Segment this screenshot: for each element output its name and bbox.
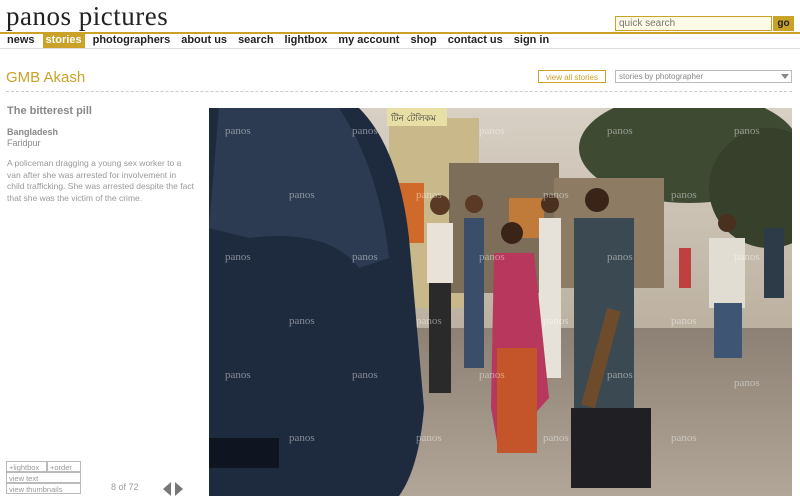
- shop-sign-text: টিন টেলিকম: [390, 112, 437, 124]
- nav-item-stories[interactable]: stories: [42, 34, 85, 48]
- story-country: Bangladesh: [7, 127, 59, 137]
- watermark: panos: [607, 125, 633, 137]
- nav-item-sign-in[interactable]: sign in: [511, 34, 552, 48]
- watermark: panos: [225, 369, 251, 381]
- section-divider: [6, 91, 792, 92]
- nav-item-about-us[interactable]: about us: [178, 34, 230, 48]
- watermark: panos: [671, 432, 697, 444]
- story-title: The bitterest pill: [7, 105, 92, 117]
- story-city: Faridpur: [7, 138, 41, 148]
- stories-by-photographer-select[interactable]: stories by photographer: [615, 70, 792, 83]
- watermark: panos: [543, 432, 569, 444]
- watermark: panos: [352, 125, 378, 137]
- watermark: panos: [734, 377, 760, 389]
- next-arrow-icon[interactable]: [175, 482, 183, 496]
- watermark: panos: [225, 125, 251, 137]
- watermark: panos: [289, 189, 315, 201]
- search-go-button[interactable]: go: [773, 16, 794, 31]
- add-to-order-button[interactable]: +order: [47, 461, 81, 472]
- story-photo[interactable]: টিন টেলিকম panos panos panos panos panos: [209, 108, 792, 496]
- view-thumbnails-link[interactable]: view thumbnails: [6, 483, 81, 494]
- watermark: panos: [416, 315, 442, 327]
- watermark: panos: [543, 189, 569, 201]
- watermark: panos: [352, 369, 378, 381]
- watermark: panos: [734, 251, 760, 263]
- select-value: stories by photographer: [619, 72, 704, 81]
- nav-item-search[interactable]: search: [235, 34, 276, 48]
- watermark: panos: [352, 251, 378, 263]
- nav-item-shop[interactable]: shop: [407, 34, 439, 48]
- watermark: panos: [734, 125, 760, 137]
- nav-item-news[interactable]: news: [4, 34, 38, 48]
- watermark: panos: [289, 432, 315, 444]
- story-caption: A policeman dragging a young sex worker …: [7, 158, 194, 203]
- chevron-down-icon: [781, 74, 789, 79]
- watermark: panos: [479, 251, 505, 263]
- watermark: panos: [225, 251, 251, 263]
- main-nav: news stories photographers about us search li…: [4, 34, 557, 48]
- site-title[interactable]: panos pictures: [6, 1, 168, 32]
- watermark: panos: [416, 432, 442, 444]
- photographer-name: GMB Akash: [6, 69, 86, 86]
- watermark: panos: [607, 251, 633, 263]
- add-to-lightbox-button[interactable]: +lightbox: [6, 461, 47, 472]
- watermark: panos: [607, 369, 633, 381]
- watermark: panos: [416, 189, 442, 201]
- watermark: panos: [671, 315, 697, 327]
- view-all-stories-button[interactable]: view all stories: [538, 70, 606, 83]
- nav-item-my-account[interactable]: my account: [335, 34, 402, 48]
- image-counter: 8 of 72: [111, 482, 139, 492]
- photo-illustration: টিন টেলিকম panos panos panos panos panos: [209, 108, 792, 496]
- watermark: panos: [671, 189, 697, 201]
- nav-item-contact-us[interactable]: contact us: [445, 34, 506, 48]
- watermark: panos: [543, 315, 569, 327]
- watermark: panos: [479, 369, 505, 381]
- watermark: panos: [289, 315, 315, 327]
- previous-arrow-icon[interactable]: [163, 482, 171, 496]
- quick-search-input[interactable]: [615, 16, 772, 31]
- view-text-link[interactable]: view text: [6, 472, 81, 483]
- nav-rule: [0, 48, 800, 49]
- nav-item-lightbox[interactable]: lightbox: [282, 34, 331, 48]
- nav-item-photographers[interactable]: photographers: [90, 34, 174, 48]
- watermark: panos: [479, 125, 505, 137]
